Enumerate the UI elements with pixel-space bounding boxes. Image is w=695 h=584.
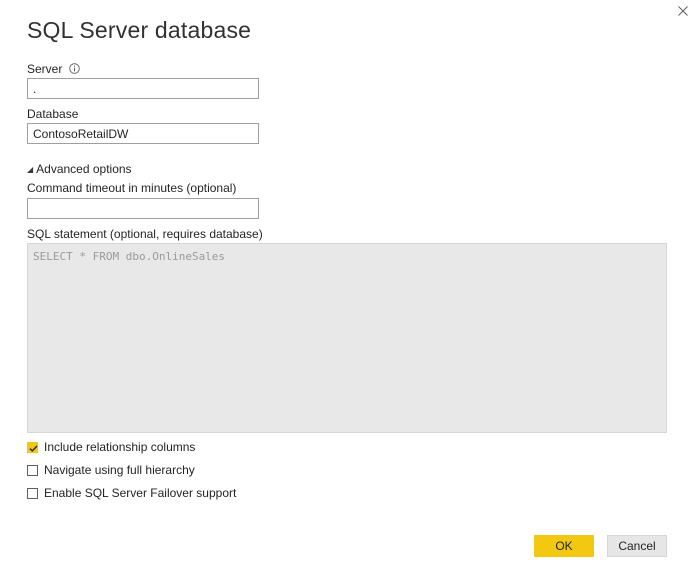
advanced-options-toggle[interactable]: ◢ Advanced options bbox=[27, 162, 132, 176]
sql-statement-textarea[interactable] bbox=[27, 243, 667, 433]
info-icon[interactable] bbox=[68, 63, 80, 77]
checkbox-checked[interactable] bbox=[27, 441, 38, 453]
timeout-label: Command timeout in minutes (optional) bbox=[27, 181, 237, 195]
checkmark-icon bbox=[29, 445, 38, 452]
checkbox-unchecked[interactable] bbox=[27, 464, 38, 476]
triangle-down-icon: ◢ bbox=[27, 165, 34, 174]
server-label-group: Server bbox=[27, 62, 80, 77]
database-input[interactable] bbox=[27, 123, 259, 144]
cancel-button[interactable]: Cancel bbox=[607, 535, 667, 557]
server-input[interactable] bbox=[27, 78, 259, 99]
close-button[interactable] bbox=[674, 2, 692, 20]
checkbox-label: Navigate using full hierarchy bbox=[44, 463, 195, 477]
advanced-options-label: Advanced options bbox=[36, 162, 132, 176]
checkbox-label: Enable SQL Server Failover support bbox=[44, 486, 237, 500]
navigate-full-hierarchy-option[interactable]: Navigate using full hierarchy bbox=[27, 463, 195, 477]
timeout-input[interactable] bbox=[27, 198, 259, 219]
checkbox-unchecked[interactable] bbox=[27, 487, 38, 499]
database-label: Database bbox=[27, 107, 79, 121]
close-icon bbox=[678, 6, 688, 16]
dialog-title: SQL Server database bbox=[27, 17, 252, 43]
ok-button[interactable]: OK bbox=[534, 535, 594, 557]
include-relationship-columns-option[interactable]: Include relationship columns bbox=[27, 440, 195, 454]
server-label: Server bbox=[27, 62, 63, 76]
checkbox-label: Include relationship columns bbox=[44, 440, 196, 454]
failover-support-option[interactable]: Enable SQL Server Failover support bbox=[27, 486, 236, 500]
sql-label: SQL statement (optional, requires databa… bbox=[27, 227, 263, 241]
